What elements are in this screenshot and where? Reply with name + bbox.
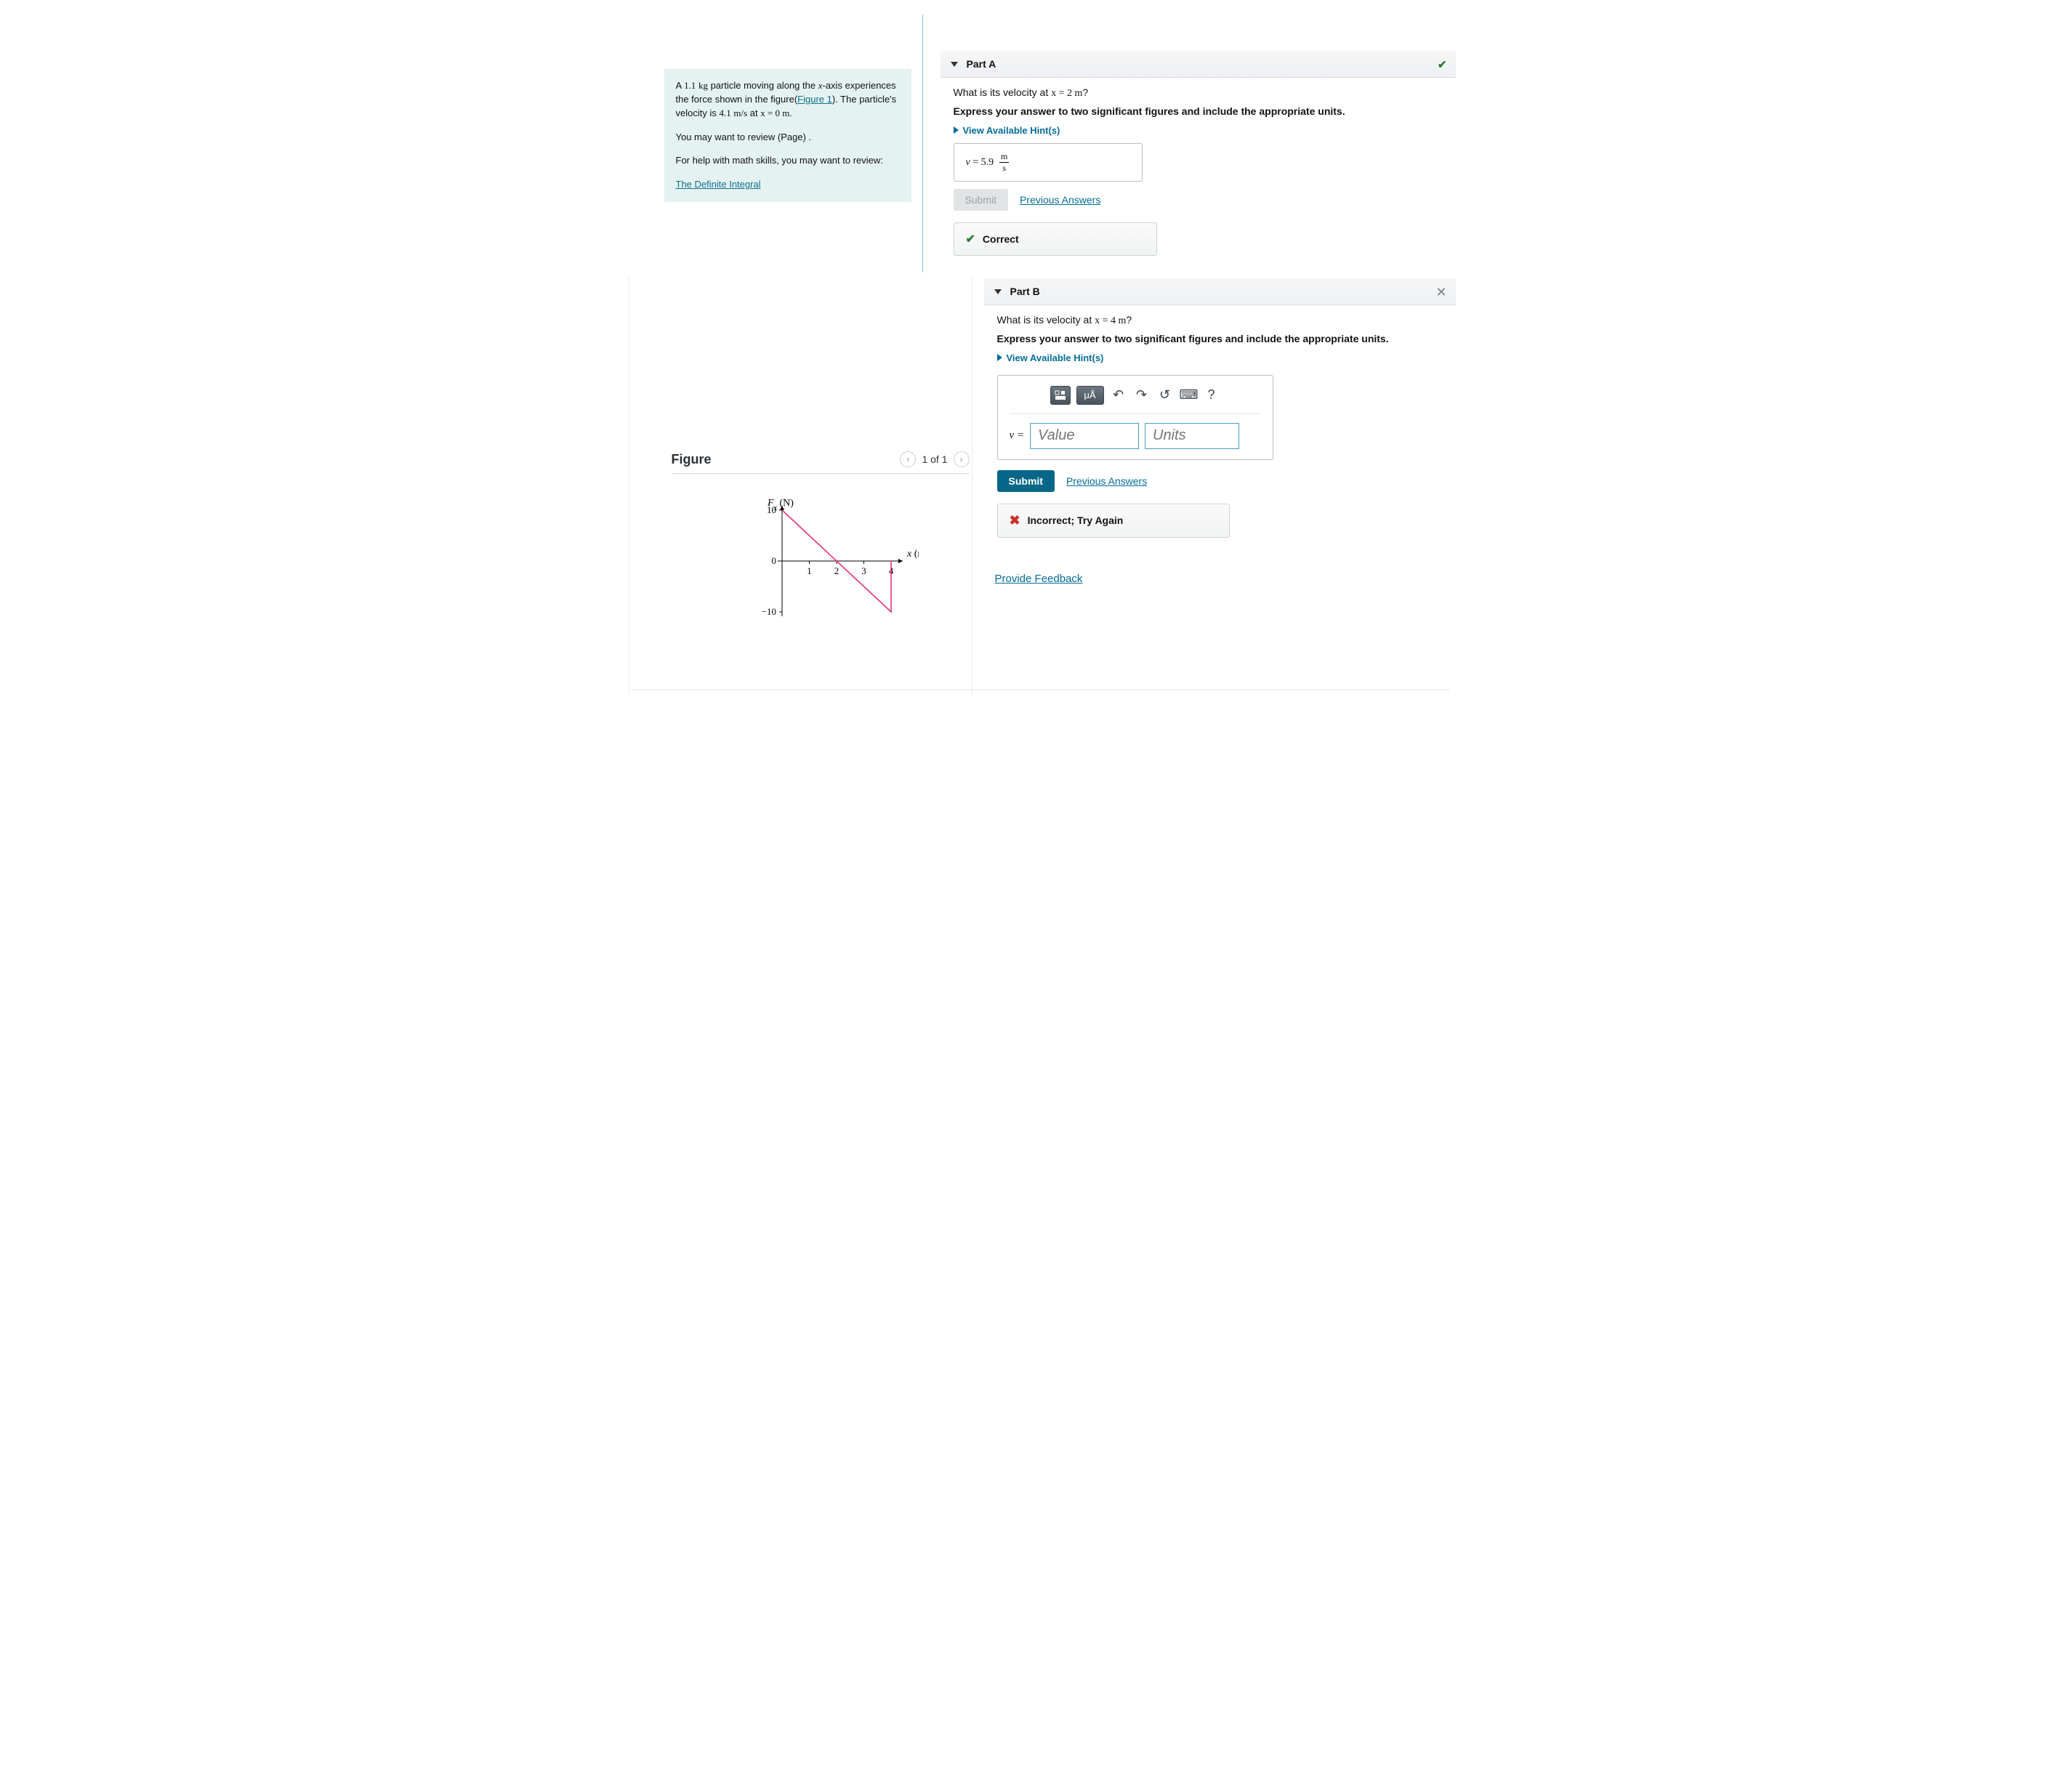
undo-icon[interactable]: ↶ [1110, 387, 1127, 403]
entry-toolbar: μÅ ↶ ↷ ↺ ⌨ ? [1010, 386, 1261, 414]
caret-down-icon [951, 62, 958, 67]
submit-button[interactable]: Submit [997, 470, 1055, 492]
svg-text:2: 2 [834, 565, 839, 576]
caret-down-icon [994, 289, 1002, 294]
reset-icon[interactable]: ↺ [1156, 387, 1174, 403]
force-graph: 100−101234Fx (N)x (m) [744, 496, 933, 636]
submit-button: Submit [954, 189, 1009, 211]
answer-var: v [966, 157, 970, 168]
view-hints-link[interactable]: View Available Hint(s) [997, 352, 1104, 363]
help-icon[interactable]: ? [1203, 387, 1220, 403]
check-icon: ✔ [966, 232, 975, 246]
svg-text:3: 3 [861, 565, 866, 576]
part-b-question: What is its velocity at x = 4 m? [997, 314, 1443, 327]
answer-value: 5.9 [981, 157, 994, 168]
hints-label: View Available Hint(s) [1007, 352, 1104, 363]
answer-entry-widget: μÅ ↶ ↷ ↺ ⌨ ? v = [997, 375, 1273, 460]
txt: particle moving along the [708, 80, 818, 91]
part-b-title: Part B [1010, 286, 1040, 297]
figure-link[interactable]: Figure 1 [797, 94, 832, 105]
x-value: x = 4 m [1095, 315, 1126, 326]
close-icon[interactable]: ✕ [1435, 285, 1446, 300]
svg-text:1: 1 [807, 565, 812, 576]
review-hint: You may want to review (Page) . [676, 131, 900, 145]
math-help-intro: For help with math skills, you may want … [676, 154, 900, 168]
txt: A [676, 80, 685, 91]
v0-value: 4.1 [719, 108, 730, 118]
caret-right-icon [997, 354, 1002, 361]
previous-answers-link[interactable]: Previous Answers [1020, 194, 1100, 206]
part-a-header[interactable]: Part A ✔ [941, 51, 1456, 78]
part-b: Part B ✕ What is its velocity at x = 4 m… [984, 278, 1456, 546]
part-a-answer-box: v = 5.9 m s [954, 143, 1143, 182]
x-value: x = 2 m [1051, 88, 1082, 99]
part-b-instruction: Express your answer to two significant f… [997, 333, 1443, 344]
view-hints-link[interactable]: View Available Hint(s) [954, 125, 1060, 136]
part-a-instruction: Express your answer to two significant f… [954, 105, 1443, 117]
units-button[interactable]: μÅ [1076, 386, 1104, 405]
figure-pager: ‹ 1 of 1 › [900, 451, 969, 467]
prev-figure-button[interactable]: ‹ [900, 451, 916, 467]
unit-num: m [999, 151, 1009, 163]
txt: ? [1126, 314, 1132, 326]
figure-panel: Figure ‹ 1 of 1 › 100−101234Fx (N)x (m) [672, 451, 970, 636]
value-input[interactable] [1030, 423, 1139, 449]
template-button[interactable] [1050, 386, 1071, 405]
cross-icon: ✖ [1010, 513, 1020, 528]
v0-unit: m/s [733, 108, 747, 118]
next-figure-button[interactable]: › [954, 451, 970, 467]
txt: What is its velocity at [954, 86, 1052, 98]
provide-feedback-link[interactable]: Provide Feedback [995, 573, 1083, 585]
txt: at [747, 108, 760, 118]
feedback-text: Incorrect; Try Again [1028, 514, 1124, 526]
txt: ? [1082, 86, 1088, 98]
redo-icon[interactable]: ↷ [1133, 387, 1151, 403]
units-input[interactable] [1145, 423, 1239, 449]
mass-unit: kg [698, 80, 708, 91]
definite-integral-link[interactable]: The Definite Integral [676, 178, 761, 192]
pager-text: 1 of 1 [922, 453, 947, 465]
problem-statement: A 1.1 kg particle moving along the x-axi… [664, 69, 911, 202]
problem-text: A 1.1 kg particle moving along the x-axi… [676, 79, 900, 121]
keyboard-icon[interactable]: ⌨ [1180, 387, 1197, 403]
part-a-title: Part A [967, 58, 996, 70]
unit-den: s [999, 163, 1009, 174]
vertical-divider [922, 15, 923, 273]
mass-value: 1.1 [684, 80, 696, 91]
part-a-feedback: ✔ Correct [954, 222, 1157, 256]
check-icon: ✔ [1438, 58, 1447, 71]
part-b-header[interactable]: Part B ✕ [984, 278, 1456, 305]
feedback-text: Correct [983, 233, 1019, 245]
x0-value: x = 0 m. [760, 108, 792, 118]
txt: What is its velocity at [997, 314, 1095, 326]
part-a-question: What is its velocity at x = 2 m? [954, 86, 1443, 100]
hints-label: View Available Hint(s) [963, 125, 1060, 136]
part-a: Part A ✔ What is its velocity at x = 2 m… [941, 51, 1456, 265]
previous-answers-link[interactable]: Previous Answers [1066, 475, 1147, 487]
answer-unit: m s [999, 151, 1009, 174]
caret-right-icon [954, 126, 959, 134]
var: v [1010, 429, 1015, 441]
svg-text:0: 0 [771, 555, 776, 566]
svg-text:x (m): x (m) [906, 549, 919, 560]
svg-text:−10: −10 [761, 606, 776, 617]
figure-title: Figure [672, 452, 712, 467]
part-b-feedback: ✖ Incorrect; Try Again [997, 504, 1230, 538]
